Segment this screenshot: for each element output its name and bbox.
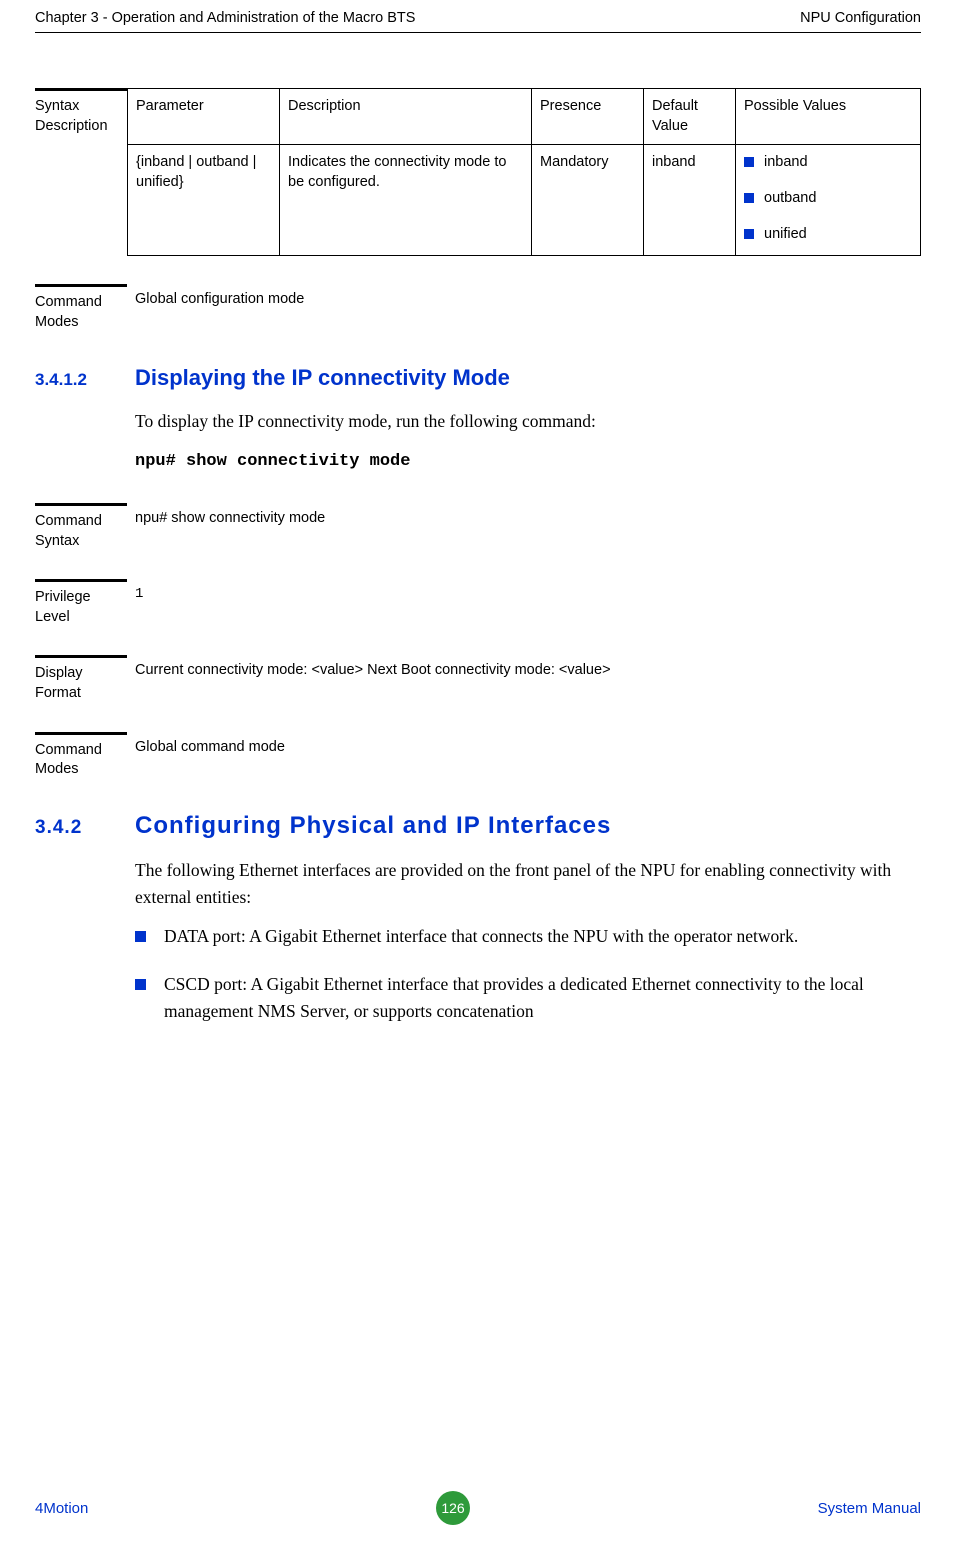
display-format-block: Display Format Current connectivity mode…	[35, 655, 921, 703]
header-right: NPU Configuration	[800, 10, 921, 26]
square-bullet-icon	[135, 979, 146, 990]
list-item: CSCD port: A Gigabit Ethernet interface …	[135, 971, 921, 1025]
square-bullet-icon	[744, 157, 754, 167]
page-footer: 4Motion 126 System Manual	[35, 1491, 921, 1525]
command-modes-block-2: Command Modes Global command mode	[35, 732, 921, 780]
list-item: unified	[744, 224, 912, 244]
page-number-badge: 126	[436, 1491, 470, 1525]
list-item: DATA port: A Gigabit Ethernet interface …	[135, 923, 921, 950]
square-bullet-icon	[135, 931, 146, 942]
col-possible-values: Possible Values	[736, 89, 921, 145]
cell-presence: Mandatory	[532, 144, 644, 256]
page-header: Chapter 3 - Operation and Administration…	[35, 10, 921, 33]
interface-list: DATA port: A Gigabit Ethernet interface …	[135, 923, 921, 1024]
col-parameter: Parameter	[128, 89, 280, 145]
command-modes-label: Command Modes	[35, 284, 127, 332]
display-format-label: Display Format	[35, 655, 127, 703]
display-format-value: Current connectivity mode: <value> Next …	[127, 655, 921, 681]
command-modes-label-2: Command Modes	[35, 732, 127, 780]
heading-number: 3.4.1.2	[35, 370, 135, 390]
cell-description: Indicates the connectivity mode to be co…	[280, 144, 532, 256]
command-text: npu# show connectivity mode	[135, 452, 921, 471]
command-syntax-block: Command Syntax npu# show connectivity mo…	[35, 503, 921, 551]
section-heading-3-4-2: 3.4.2 Configuring Physical and IP Interf…	[35, 812, 921, 840]
section-intro: The following Ethernet interfaces are pr…	[135, 857, 921, 911]
table-header-row: Parameter Description Presence Default V…	[128, 89, 921, 145]
privilege-level-label: Privilege Level	[35, 579, 127, 627]
cell-default-value: inband	[644, 144, 736, 256]
syntax-description-label: Syntax Description	[35, 88, 127, 136]
command-syntax-value: npu# show connectivity mode	[127, 503, 921, 529]
section-intro: To display the IP connectivity mode, run…	[135, 408, 921, 435]
col-description: Description	[280, 89, 532, 145]
cell-parameter: {inband | outband | unified}	[128, 144, 280, 256]
heading-title: Configuring Physical and IP Interfaces	[135, 812, 611, 840]
command-modes-block: Command Modes Global configuration mode	[35, 284, 921, 332]
heading-number: 3.4.2	[35, 817, 135, 839]
list-item: outband	[744, 188, 912, 208]
section-heading-3-4-1-2: 3.4.1.2 Displaying the IP connectivity M…	[35, 365, 921, 391]
privilege-level-value: 1	[127, 579, 921, 604]
command-modes-value-2: Global command mode	[127, 732, 921, 758]
cell-possible-values: inband outband unified	[736, 144, 921, 256]
square-bullet-icon	[744, 193, 754, 203]
parameter-table: Parameter Description Presence Default V…	[127, 88, 921, 256]
heading-title: Displaying the IP connectivity Mode	[135, 365, 510, 391]
list-item: inband	[744, 152, 912, 172]
col-presence: Presence	[532, 89, 644, 145]
square-bullet-icon	[744, 229, 754, 239]
command-syntax-label: Command Syntax	[35, 503, 127, 551]
col-default-value: Default Value	[644, 89, 736, 145]
privilege-level-block: Privilege Level 1	[35, 579, 921, 627]
header-left: Chapter 3 - Operation and Administration…	[35, 10, 415, 26]
syntax-description-block: Syntax Description Parameter Description…	[35, 88, 921, 256]
footer-right: System Manual	[818, 1500, 921, 1517]
command-modes-value: Global configuration mode	[127, 284, 921, 310]
footer-left: 4Motion	[35, 1500, 88, 1517]
table-row: {inband | outband | unified} Indicates t…	[128, 144, 921, 256]
